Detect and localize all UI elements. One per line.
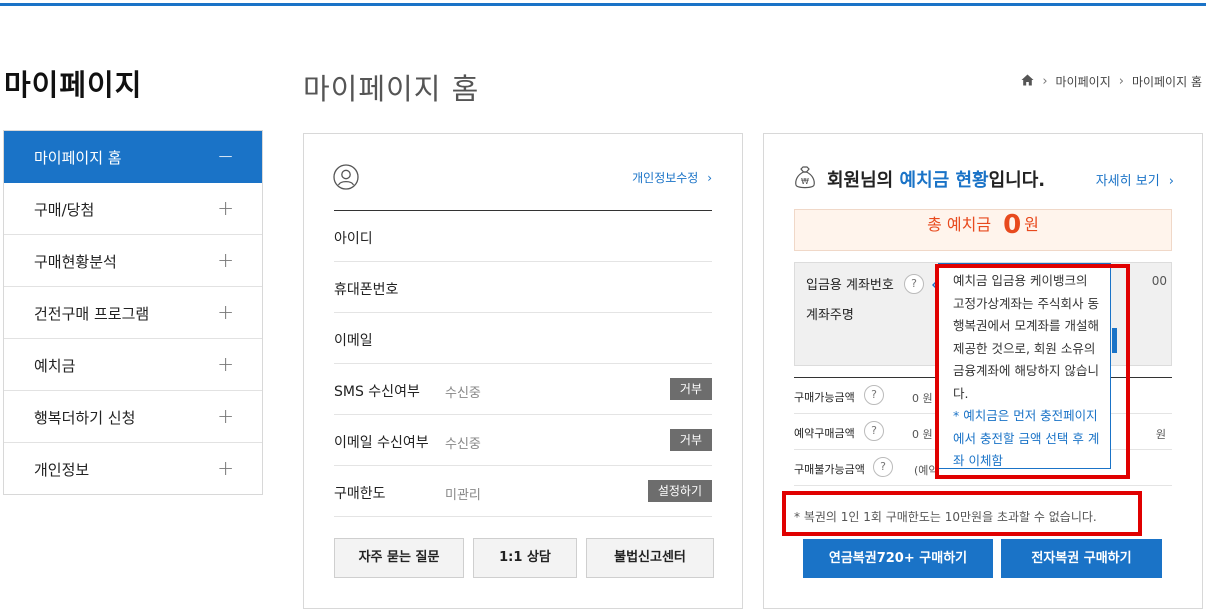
faq-button[interactable]: 자주 묻는 질문	[334, 538, 464, 578]
row-label: 구매한도	[334, 486, 386, 502]
row-label: 휴대폰번호	[334, 282, 399, 298]
row-email-consent: 이메일 수신여부 수신중 거부	[334, 415, 712, 466]
sidebar-item-personal-info[interactable]: 개인정보 +	[4, 443, 262, 494]
row-label: 이메일 수신여부	[334, 435, 429, 451]
highlight-box-tooltip	[935, 264, 1130, 479]
row-label: 이메일	[334, 333, 373, 349]
help-icon[interactable]: ?	[864, 421, 884, 441]
row-value: 0 원	[912, 428, 933, 441]
title-highlight: 예치금 현황	[899, 170, 989, 191]
total-deposit-box: 총 예치금 0 원	[794, 209, 1172, 251]
total-unit: 원	[1024, 215, 1039, 234]
row-label: SMS 수신여부	[334, 384, 420, 400]
limit-settings-button[interactable]: 설정하기	[647, 480, 712, 502]
deposit-detail-link[interactable]: 자세히 보기 ›	[1096, 170, 1174, 189]
row-value: 0 원	[912, 392, 933, 405]
sidebar-item-label: 구매현황분석	[34, 253, 117, 271]
expand-icon[interactable]: +	[217, 404, 234, 428]
row-label: 아이디	[334, 231, 373, 247]
sidebar-item-deposit[interactable]: 예치금 +	[4, 339, 262, 391]
title-prefix: 회원님의	[827, 170, 900, 191]
row-phone: 휴대폰번호	[334, 262, 712, 313]
breadcrumb-item-current: 마이페이지 홈	[1131, 75, 1202, 89]
row-value: 수신중	[445, 386, 481, 401]
collapse-icon[interactable]: −	[217, 144, 234, 168]
sidebar-item-mypage-home[interactable]: 마이페이지 홈 −	[4, 131, 262, 183]
top-accent-line	[0, 0, 1206, 6]
sidebar-menu: 마이페이지 홈 − 구매/당첨 + 구매현황분석 + 건전구매 프로그램 + 예…	[3, 130, 263, 495]
highlight-box-notice	[782, 491, 1142, 536]
expand-icon[interactable]: +	[217, 196, 234, 220]
buy-pension-lottery-button[interactable]: 연금복권720+ 구매하기	[803, 539, 993, 578]
home-icon[interactable]	[1021, 74, 1034, 89]
row-sms-consent: SMS 수신여부 수신중 거부	[334, 364, 712, 415]
row-purchase-limit: 구매한도 미관리 설정하기	[334, 466, 712, 517]
account-holder-label: 계좌주명	[806, 308, 854, 323]
expand-icon[interactable]: +	[217, 352, 234, 376]
chevron-right-icon: ›	[707, 171, 712, 185]
row-id: 아이디	[334, 211, 712, 262]
sms-reject-button[interactable]: 거부	[669, 378, 712, 400]
one-on-one-button[interactable]: 1:1 상담	[473, 538, 577, 578]
total-amount: 0	[1003, 210, 1022, 240]
account-number-label: 입금용 계좌번호	[806, 278, 894, 293]
svg-text:₩: ₩	[801, 177, 809, 186]
sidebar-item-label: 구매/당첨	[34, 201, 95, 219]
sidebar-title: 마이페이지	[4, 68, 143, 102]
edit-link-label: 개인정보수정	[632, 171, 699, 185]
edit-personal-info-link[interactable]: 개인정보수정 ›	[632, 169, 712, 186]
chevron-right-icon: ›	[1042, 74, 1048, 89]
sidebar-item-happiness-apply[interactable]: 행복더하기 신청 +	[4, 391, 262, 443]
page-title: 마이페이지 홈	[303, 72, 480, 106]
row-email: 이메일	[334, 313, 712, 364]
help-icon[interactable]: ?	[904, 274, 924, 294]
sidebar-item-label: 건전구매 프로그램	[34, 305, 150, 323]
sidebar-item-healthy-purchase[interactable]: 건전구매 프로그램 +	[4, 287, 262, 339]
sidebar-item-label: 예치금	[34, 357, 76, 375]
deposit-title: 회원님의 예치금 현황입니다.	[827, 166, 1045, 192]
help-buttons: 자주 묻는 질문 1:1 상담 불법신고센터	[334, 538, 714, 578]
expand-icon[interactable]: +	[217, 300, 234, 324]
sidebar-item-label: 행복더하기 신청	[34, 409, 136, 427]
row-label: 예약구매금액	[794, 427, 855, 440]
row-value: 수신중	[445, 437, 481, 452]
report-center-button[interactable]: 불법신고센터	[586, 538, 714, 578]
profile-card: 개인정보수정 › 아이디 휴대폰번호 이메일 SMS 수신여부 수신중 거부 이…	[303, 133, 743, 609]
total-label: 총 예치금	[927, 215, 992, 234]
account-number-value: 00	[1151, 274, 1167, 288]
chevron-right-icon: ›	[1118, 74, 1124, 89]
sidebar-item-label: 개인정보	[34, 461, 90, 479]
chevron-right-icon: ›	[1168, 174, 1174, 189]
money-bag-icon: ₩	[795, 166, 815, 189]
more-link-label: 자세히 보기	[1095, 174, 1160, 189]
breadcrumb: › 마이페이지 › 마이페이지 홈	[1021, 73, 1202, 90]
breadcrumb-item[interactable]: 마이페이지	[1056, 73, 1111, 90]
row-value: 미관리	[445, 488, 481, 503]
sidebar-item-label: 마이페이지 홈	[34, 149, 122, 167]
sidebar-item-purchase-winning[interactable]: 구매/당첨 +	[4, 183, 262, 235]
title-suffix: 입니다.	[988, 170, 1046, 191]
buy-e-lottery-button[interactable]: 전자복권 구매하기	[1001, 539, 1162, 578]
email-reject-button[interactable]: 거부	[669, 429, 712, 451]
help-icon[interactable]: ?	[864, 385, 884, 405]
expand-icon[interactable]: +	[217, 248, 234, 272]
row-label: 구매가능금액	[794, 391, 855, 404]
help-icon[interactable]: ?	[873, 457, 893, 477]
sidebar-item-purchase-analysis[interactable]: 구매현황분석 +	[4, 235, 262, 287]
user-icon	[333, 164, 359, 190]
expand-icon[interactable]: +	[217, 456, 234, 480]
row-unit: 원	[1155, 428, 1166, 441]
row-label: 구매불가능금액	[794, 463, 865, 476]
